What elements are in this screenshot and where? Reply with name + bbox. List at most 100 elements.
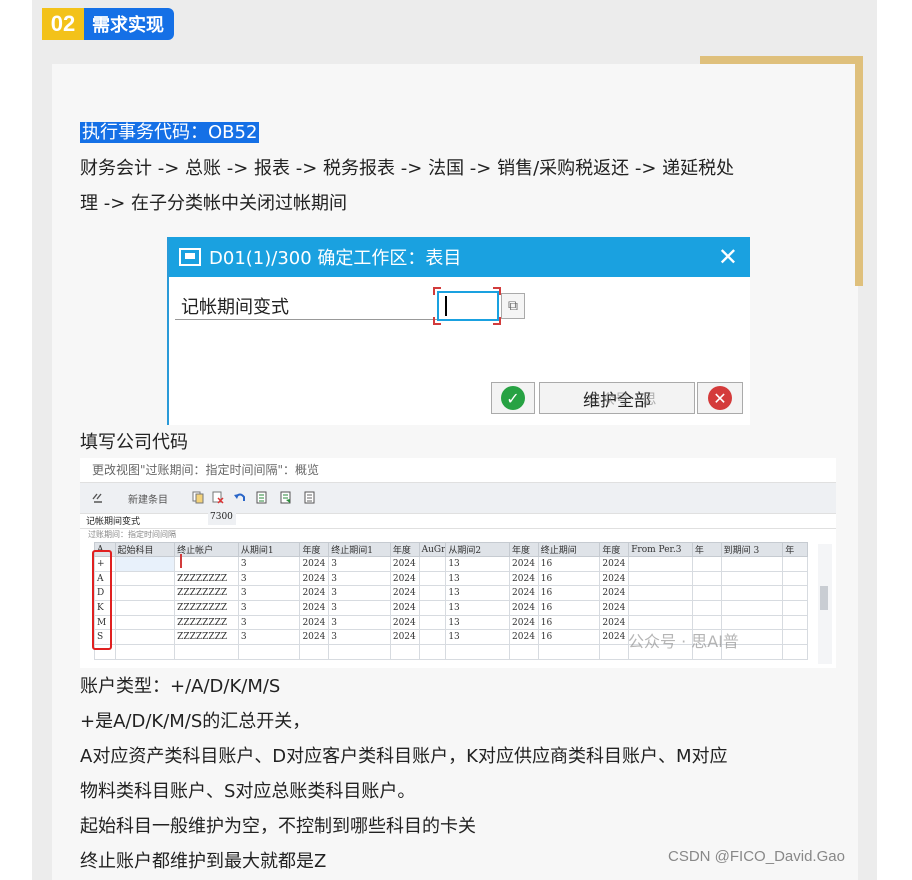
table-cell[interactable] <box>599 644 630 660</box>
table-cell[interactable] <box>691 570 722 587</box>
table-cell[interactable] <box>782 644 808 660</box>
table-cell[interactable]: 2024 <box>299 600 330 616</box>
table-cell[interactable]: 2024 <box>389 585 420 602</box>
table-cell[interactable]: 3 <box>237 570 301 587</box>
table-cell[interactable]: 2024 <box>509 614 539 631</box>
table-cell[interactable]: 3 <box>328 614 391 631</box>
table-cell[interactable] <box>328 644 391 660</box>
table-cell[interactable]: 16 <box>537 600 601 616</box>
table-cell[interactable] <box>628 600 693 616</box>
table-cell[interactable] <box>114 614 176 631</box>
table-cell[interactable] <box>720 585 784 602</box>
table-cell[interactable]: 13 <box>445 570 511 587</box>
table-cell[interactable]: 2024 <box>389 570 420 587</box>
table-cell[interactable]: 2024 <box>599 614 630 631</box>
table-cell[interactable] <box>782 629 808 646</box>
table-cell[interactable]: 2024 <box>509 600 539 616</box>
column-header[interactable]: 年度 <box>509 542 539 557</box>
table-cell[interactable]: 2024 <box>509 629 539 646</box>
glasses-icon[interactable] <box>92 491 104 504</box>
table-cell[interactable]: ZZZZZZZZ <box>174 570 239 587</box>
table-cell[interactable] <box>628 570 693 587</box>
table-cell[interactable]: 16 <box>537 570 601 587</box>
table-cell[interactable] <box>509 644 539 660</box>
table-cell[interactable]: 3 <box>237 585 301 602</box>
table-cell[interactable] <box>418 600 447 616</box>
table-cell[interactable] <box>174 556 239 572</box>
column-header[interactable]: 从期间2 <box>445 542 511 557</box>
table-cell[interactable] <box>720 556 784 572</box>
table-cell[interactable] <box>782 570 808 587</box>
table-cell[interactable]: 16 <box>537 556 601 572</box>
table-cell[interactable] <box>114 629 176 646</box>
table-cell[interactable] <box>782 556 808 572</box>
table-cell[interactable] <box>418 629 447 646</box>
table-cell[interactable] <box>418 585 447 602</box>
value-help-icon[interactable]: ⧉ <box>501 293 525 319</box>
table-cell[interactable]: 2024 <box>299 585 330 602</box>
column-header[interactable]: 年度 <box>599 542 630 557</box>
table-cell[interactable] <box>418 644 447 660</box>
table-cell[interactable] <box>299 644 330 660</box>
table-cell[interactable]: 2024 <box>389 614 420 631</box>
table-cell[interactable] <box>114 600 176 616</box>
table-cell[interactable]: 13 <box>445 614 511 631</box>
column-header[interactable]: 年度 <box>389 542 420 557</box>
table-cell[interactable]: 13 <box>445 629 511 646</box>
column-header[interactable]: AuGr <box>418 542 447 557</box>
table-cell[interactable] <box>537 644 601 660</box>
table-cell[interactable]: 3 <box>328 600 391 616</box>
table-cell[interactable]: 3 <box>328 556 391 572</box>
table-cell[interactable]: 2024 <box>299 570 330 587</box>
table-cell[interactable]: 2024 <box>389 629 420 646</box>
table-cell[interactable] <box>691 556 722 572</box>
column-header[interactable]: 年 <box>691 542 722 557</box>
cancel-button[interactable]: ✕ <box>697 382 743 414</box>
table-cell[interactable]: 3 <box>328 585 391 602</box>
column-header[interactable]: 终止期间1 <box>328 542 391 557</box>
table-cell[interactable]: 2024 <box>599 600 630 616</box>
table-cell[interactable] <box>174 644 239 660</box>
new-entry-button[interactable]: 新建条目 <box>128 491 168 506</box>
table-cell[interactable]: 2024 <box>599 556 630 572</box>
column-header[interactable]: 终止期间 <box>537 542 601 557</box>
close-icon[interactable]: ✕ <box>718 243 738 271</box>
table-cell[interactable]: 13 <box>445 585 511 602</box>
table-cell[interactable]: 2024 <box>299 629 330 646</box>
select-all-icon[interactable] <box>256 491 268 504</box>
table-cell[interactable]: 3 <box>237 600 301 616</box>
table-cell[interactable] <box>418 570 447 587</box>
table-cell[interactable] <box>628 585 693 602</box>
column-header[interactable]: From Per.3 <box>628 542 693 557</box>
table-cell[interactable]: 3 <box>237 556 301 572</box>
table-cell[interactable]: 2024 <box>509 570 539 587</box>
scroll-thumb[interactable] <box>820 586 828 610</box>
table-cell[interactable] <box>720 570 784 587</box>
table-cell[interactable] <box>114 570 176 587</box>
table-cell[interactable]: 3 <box>328 570 391 587</box>
select-block-icon[interactable] <box>280 491 292 504</box>
table-cell[interactable]: 2024 <box>509 585 539 602</box>
column-header[interactable]: 年度 <box>299 542 330 557</box>
table-cell[interactable]: 3 <box>237 614 301 631</box>
delete-icon[interactable] <box>212 491 224 504</box>
table-cell[interactable]: ZZZZZZZZ <box>174 614 239 631</box>
table-cell[interactable] <box>782 600 808 616</box>
table-cell[interactable] <box>628 556 693 572</box>
column-header[interactable]: 起始科目 <box>114 542 176 557</box>
table-cell[interactable] <box>418 614 447 631</box>
table-cell[interactable] <box>720 600 784 616</box>
column-header[interactable]: 终止帐户 <box>174 542 239 557</box>
table-cell[interactable] <box>445 644 511 660</box>
table-cell[interactable]: ZZZZZZZZ <box>174 600 239 616</box>
table-cell[interactable]: 13 <box>445 556 511 572</box>
table-cell[interactable]: ZZZZZZZZ <box>174 585 239 602</box>
variant-value[interactable]: 7300 <box>208 512 236 525</box>
table-cell[interactable] <box>782 585 808 602</box>
table-cell[interactable]: 16 <box>537 614 601 631</box>
table-cell[interactable]: 13 <box>445 600 511 616</box>
vertical-scrollbar[interactable] <box>818 544 832 664</box>
posting-period-variant-input[interactable] <box>437 291 499 321</box>
table-cell[interactable] <box>691 600 722 616</box>
column-header[interactable]: 年 <box>782 542 808 557</box>
